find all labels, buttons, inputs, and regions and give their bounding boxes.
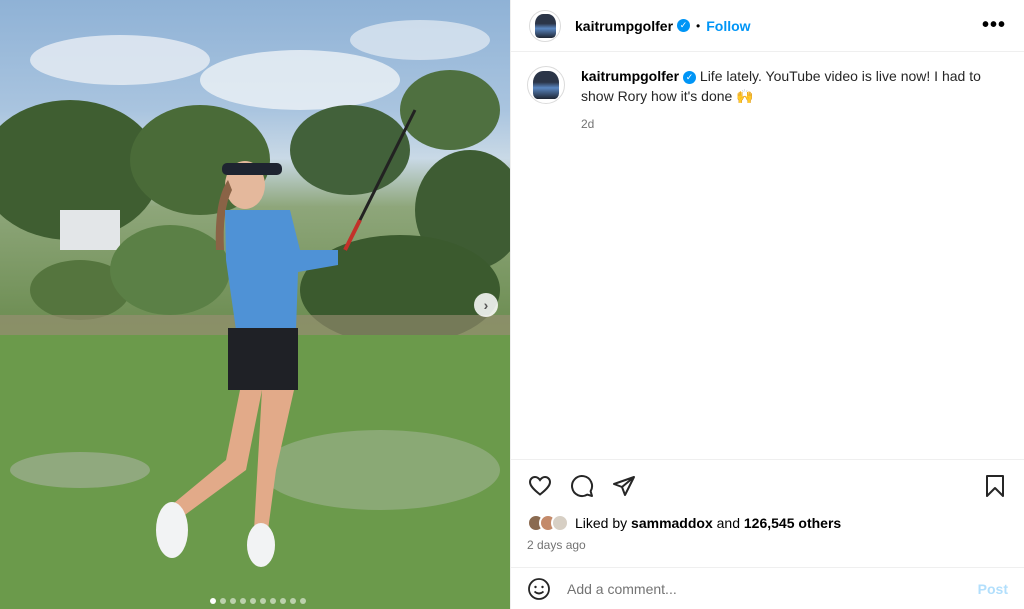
post-header: kaitrumpgolfer ✓ • Follow •••	[511, 0, 1024, 52]
verified-badge-icon: ✓	[683, 70, 697, 84]
post-sidebar: kaitrumpgolfer ✓ • Follow ••• kaitrumpgo…	[510, 0, 1024, 609]
carousel-dot	[280, 598, 286, 604]
emoji-icon[interactable]	[527, 577, 551, 601]
username-link[interactable]: kaitrumpgolfer	[575, 18, 673, 34]
more-options-icon[interactable]: •••	[982, 14, 1006, 37]
post-actions: Liked by sammaddox and 126,545 others 2 …	[511, 459, 1024, 567]
caption-username[interactable]: kaitrumpgolfer	[581, 68, 679, 84]
carousel-dot	[290, 598, 296, 604]
comment-icon[interactable]	[569, 473, 595, 499]
post-comment-button[interactable]: Post	[978, 581, 1008, 597]
carousel-dot	[210, 598, 216, 604]
carousel-dot	[230, 598, 236, 604]
likes-summary[interactable]: Liked by sammaddox and 126,545 others	[527, 514, 1008, 532]
carousel-dot	[240, 598, 246, 604]
post-date[interactable]: 2 days ago	[527, 538, 1008, 552]
golf-photo	[0, 20, 510, 609]
likes-count[interactable]: 126,545 others	[744, 515, 841, 531]
heart-icon[interactable]	[527, 473, 553, 499]
carousel-next-button[interactable]: ›	[474, 293, 498, 317]
avatar[interactable]	[527, 66, 565, 104]
separator-dot: •	[696, 18, 701, 33]
carousel-dot	[270, 598, 276, 604]
carousel-dot	[250, 598, 256, 604]
comment-input[interactable]	[567, 580, 978, 597]
verified-badge-icon: ✓	[677, 19, 691, 32]
bookmark-icon[interactable]	[982, 473, 1008, 499]
carousel-indicator	[210, 598, 306, 604]
liked-by-label: Liked by	[575, 515, 628, 531]
liked-by-and: and	[716, 515, 740, 531]
chevron-right-icon: ›	[483, 297, 489, 313]
post-media[interactable]: ›	[0, 0, 510, 609]
comments-section: kaitrumpgolfer ✓ Life lately. YouTube vid…	[511, 52, 1024, 459]
liker-avatars	[527, 514, 569, 532]
liked-by-user[interactable]: sammaddox	[631, 515, 713, 531]
caption: kaitrumpgolfer ✓ Life lately. YouTube vid…	[527, 66, 1008, 134]
add-comment-bar: Post	[511, 567, 1024, 609]
avatar[interactable]	[529, 9, 561, 42]
caption-timestamp[interactable]: 2d	[581, 114, 1001, 134]
carousel-dot	[260, 598, 266, 604]
carousel-dot	[220, 598, 226, 604]
carousel-dot	[300, 598, 306, 604]
follow-button[interactable]: Follow	[706, 18, 750, 34]
share-icon[interactable]	[611, 473, 637, 499]
